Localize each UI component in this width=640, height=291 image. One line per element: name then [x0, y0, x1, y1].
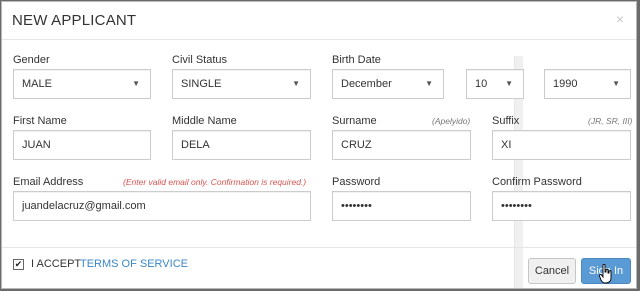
password-label: Password	[332, 176, 381, 188]
suffix-hint: (JR, SR, III)	[588, 116, 633, 126]
birth-year-value: 1990	[553, 78, 578, 90]
confirm-password-field[interactable]: ••••••••	[492, 191, 631, 221]
birth-month-value: December	[341, 78, 392, 90]
birth-year-select[interactable]: 1990 ▼	[544, 69, 631, 99]
password-field[interactable]: ••••••••	[332, 191, 471, 221]
confirm-password-value: ••••••••	[501, 200, 532, 212]
civil-status-label: Civil Status	[172, 54, 228, 66]
email-field[interactable]: juandelacruz@gmail.com	[13, 191, 311, 221]
chevron-down-icon: ▼	[612, 79, 620, 88]
middle-name-value: DELA	[181, 139, 210, 151]
email-hint: (Enter valid email only. Confirmation is…	[123, 177, 307, 187]
password-value: ••••••••	[341, 200, 372, 212]
modal-title: NEW APPLICANT	[12, 12, 137, 29]
chevron-down-icon: ▼	[292, 79, 300, 88]
email-label: Email Address	[13, 176, 84, 188]
suffix-value: XI	[501, 139, 512, 151]
surname-value: CRUZ	[341, 139, 372, 151]
chevron-down-icon: ▼	[132, 79, 140, 88]
birth-date-label: Birth Date	[332, 54, 381, 66]
gender-select[interactable]: MALE ▼	[13, 69, 151, 99]
close-icon[interactable]: ×	[616, 11, 624, 27]
birth-day-value: 10	[475, 78, 488, 90]
suffix-label: Suffix	[492, 115, 520, 127]
first-name-value: JUAN	[22, 139, 51, 151]
middle-name-label: Middle Name	[172, 115, 237, 127]
middle-name-input[interactable]: DELA	[172, 130, 311, 160]
first-name-input[interactable]: JUAN	[13, 130, 151, 160]
gender-value: MALE	[22, 78, 52, 90]
hand-cursor-icon	[599, 264, 612, 284]
chevron-down-icon: ▼	[505, 79, 513, 88]
accept-terms-checkbox[interactable]: ✔	[13, 259, 24, 270]
suffix-input[interactable]: XI	[492, 130, 631, 160]
new-applicant-modal: NEW APPLICANT × Gender MALE ▼ Civil Stat…	[1, 1, 637, 289]
gender-label: Gender	[13, 54, 50, 66]
civil-status-select[interactable]: SINGLE ▼	[172, 69, 311, 99]
chevron-down-icon: ▼	[425, 79, 433, 88]
email-value: juandelacruz@gmail.com	[22, 200, 146, 212]
first-name-label: First Name	[13, 115, 67, 127]
accept-label: I ACCEPT	[31, 258, 82, 270]
birth-month-select[interactable]: December ▼	[332, 69, 444, 99]
surname-label: Surname	[332, 115, 377, 127]
civil-status-value: SINGLE	[181, 78, 222, 90]
confirm-password-label: Confirm Password	[492, 176, 582, 188]
terms-of-service-link[interactable]: TERMS OF SERVICE	[80, 258, 188, 270]
cancel-button[interactable]: Cancel	[528, 258, 576, 284]
birth-day-select[interactable]: 10 ▼	[466, 69, 524, 99]
surname-input[interactable]: CRUZ	[332, 130, 471, 160]
surname-hint: (Apelyido)	[432, 116, 471, 126]
modal-header: NEW APPLICANT ×	[2, 2, 636, 40]
modal-footer: ✔ I ACCEPT TERMS OF SERVICE Cancel Sign …	[2, 247, 636, 288]
